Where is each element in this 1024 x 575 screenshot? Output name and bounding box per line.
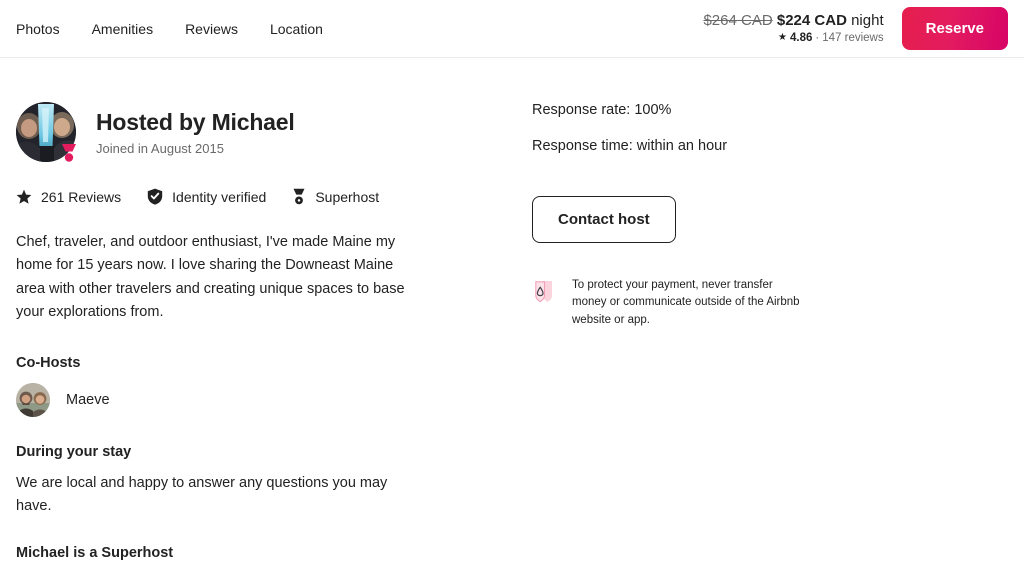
nav-item-location[interactable]: Location [270,21,323,37]
nav-item-amenities[interactable]: Amenities [92,21,153,37]
response-time: Response time: within an hour [532,138,728,154]
superhost-badge-icon [60,142,78,162]
stat-reviews: 261 Reviews [16,189,121,205]
cohosts-title: Co-Hosts [16,354,81,371]
contact-host-button[interactable]: Contact host [532,196,676,243]
original-price: $264 CAD [703,11,773,29]
host-stats: 261 Reviews Identity verified Superhost [16,188,486,205]
page-header: Photos Amenities Reviews Location $264 C… [0,0,1024,58]
superhost-info-title: Michael is a Superhost [16,544,174,561]
rating-separator: · [815,31,820,44]
cohost-item[interactable]: Maeve [16,382,486,417]
host-avatar-wrap [16,102,76,162]
superhost-info-section: Michael is a Superhost Superhosts are ex… [16,545,486,575]
stat-identity-label: Identity verified [172,188,267,205]
current-price: $224 [776,11,811,29]
stat-reviews-label: 261 Reviews [41,188,122,205]
shield-check-icon [147,188,163,205]
price-unit: night [851,11,884,29]
stat-superhost-label: Superhost [315,188,380,205]
host-joined-date: Joined in August 2015 [96,141,224,157]
host-profile-content: Hosted by Michael Joined in August 2015 … [0,58,1024,575]
medal-icon [292,188,306,205]
during-stay-title: During your stay [16,443,132,460]
cohost-name: Maeve [66,391,110,408]
host-title-group: Hosted by Michael Joined in August 2015 [96,108,295,157]
reserve-button[interactable]: Reserve [901,7,1008,50]
nav-item-reviews[interactable]: Reviews [185,21,238,37]
stat-identity-verified: Identity verified [147,188,266,205]
section-nav: Photos Amenities Reviews Location [16,21,323,37]
during-stay-section: During your stay We are local and happy … [16,444,486,519]
price-summary: $264 CAD $224 CAD night ★ 4.86 · 147 rev… [703,12,883,46]
host-bio: Chef, traveler, and outdoor enthusiast, … [16,234,405,321]
cohosts-section: Co-Hosts Maeve [16,355,486,417]
star-icon: ★ [778,32,787,44]
rating-summary: ★ 4.86 · 147 reviews [778,32,884,46]
airbnb-shield-icon [532,278,558,306]
nav-item-photos[interactable]: Photos [16,21,60,37]
payment-protection-text: To protect your payment, never transfer … [572,279,800,326]
payment-protection-notice: To protect your payment, never transfer … [532,277,832,329]
host-response-column: Response rate: 100% Response time: withi… [532,102,832,575]
host-name: Hosted by Michael [96,108,295,135]
response-rate: Response rate: 100% [532,102,672,118]
star-icon [16,189,32,205]
price-currency: CAD [814,11,847,29]
host-details-column: Hosted by Michael Joined in August 2015 … [16,102,486,575]
during-stay-body: We are local and happy to answer any que… [16,474,388,515]
cohost-avatar [16,382,50,417]
rating-review-count: 147 reviews [822,31,884,44]
header-booking-area: $264 CAD $224 CAD night ★ 4.86 · 147 rev… [703,7,1008,50]
host-header: Hosted by Michael Joined in August 2015 [16,102,486,162]
stat-superhost: Superhost [292,188,379,205]
rating-value: 4.86 [790,31,813,44]
price-line: $264 CAD $224 CAD night [703,12,883,30]
